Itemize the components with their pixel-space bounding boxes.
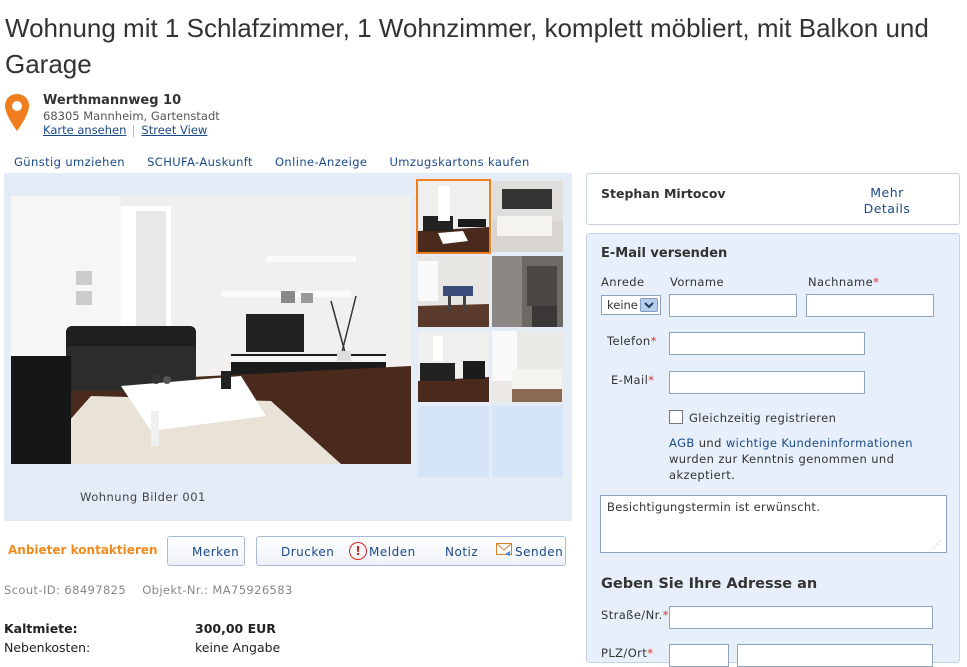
price-label: Nebenkosten: bbox=[4, 640, 91, 655]
report-button[interactable]: Melden bbox=[369, 545, 416, 559]
thumbnail-6[interactable] bbox=[492, 331, 563, 402]
thumbnail-empty bbox=[418, 406, 489, 477]
link-guenstig-umziehen[interactable]: Günstig umziehen bbox=[14, 155, 125, 169]
nachname-label: Nachname* bbox=[808, 275, 879, 289]
anrede-select[interactable]: keine bbox=[601, 295, 661, 315]
price-value: 300,00 EUR bbox=[195, 621, 276, 636]
photo-caption: Wohnung Bilder 001 bbox=[80, 490, 206, 504]
register-checkbox[interactable] bbox=[669, 410, 683, 424]
street-label-text: Straße/Nr. bbox=[601, 608, 663, 622]
send-mail-icon bbox=[496, 543, 512, 560]
nachname-field[interactable] bbox=[806, 294, 934, 317]
thumbnail-2[interactable] bbox=[492, 181, 563, 252]
thumbnail-4[interactable] bbox=[492, 256, 563, 327]
send-button[interactable]: Senden bbox=[515, 545, 563, 559]
nachname-label-text: Nachname bbox=[808, 275, 874, 289]
agb-link[interactable]: AGB bbox=[669, 436, 695, 450]
city-field[interactable] bbox=[737, 644, 933, 667]
required-mark: * bbox=[650, 334, 657, 348]
print-button[interactable]: Drucken bbox=[281, 545, 334, 559]
agb-and: und bbox=[698, 436, 722, 450]
vorname-field[interactable] bbox=[669, 294, 797, 317]
agent-card: Stephan Mirtocov Mehr Details bbox=[586, 173, 960, 225]
street-view-link[interactable]: Street View bbox=[141, 123, 207, 137]
plz-label-text: PLZ/Ort bbox=[601, 646, 648, 660]
link-online-anzeige[interactable]: Online-Anzeige bbox=[275, 155, 367, 169]
link-umzugskartons[interactable]: Umzugskartons kaufen bbox=[389, 155, 529, 169]
address-heading: Geben Sie Ihre Adresse an bbox=[601, 576, 818, 592]
required-mark: * bbox=[662, 608, 669, 622]
divider bbox=[133, 124, 135, 137]
thumbnail-1[interactable] bbox=[416, 179, 491, 254]
required-mark: * bbox=[873, 275, 880, 289]
page-title: Wohnung mit 1 Schlafzimmer, 1 Wohnzimmer… bbox=[5, 13, 929, 79]
contact-form: E-Mail versenden Anrede Vorname Nachname… bbox=[586, 233, 960, 667]
object-number: Objekt-Nr.: MA75926583 bbox=[142, 583, 293, 597]
telefon-label: Telefon* bbox=[607, 334, 657, 348]
email-label-text: E-Mail bbox=[611, 373, 649, 387]
plz-field[interactable] bbox=[669, 644, 729, 667]
link-schufa[interactable]: SCHUFA-Auskunft bbox=[147, 155, 253, 169]
telefon-field[interactable] bbox=[669, 332, 865, 355]
map-link[interactable]: Karte ansehen bbox=[43, 123, 126, 137]
note-button[interactable]: Notiz bbox=[445, 545, 478, 559]
main-photo[interactable] bbox=[11, 196, 411, 464]
agb-text-line-2: akzeptiert. bbox=[669, 468, 736, 482]
required-mark: * bbox=[647, 646, 654, 660]
chevron-down-icon bbox=[640, 298, 658, 312]
report-icon: ! bbox=[349, 542, 367, 560]
message-textarea[interactable]: Besichtigungstermin ist erwünscht. ⋰ bbox=[600, 495, 947, 553]
agb-notice: AGB und wichtige Kundeninformationen wur… bbox=[669, 435, 913, 483]
address-links: Karte ansehen Street View bbox=[43, 123, 207, 137]
vorname-label: Vorname bbox=[670, 275, 724, 289]
price-value: keine Angabe bbox=[195, 640, 281, 655]
register-label: Gleichzeitig registrieren bbox=[689, 411, 837, 425]
anrede-value: keine bbox=[607, 298, 638, 312]
email-field[interactable] bbox=[669, 371, 865, 394]
location-pin-icon bbox=[4, 93, 30, 133]
anrede-label: Anrede bbox=[601, 275, 645, 289]
service-links: Günstig umziehen SCHUFA-Auskunft Online-… bbox=[14, 155, 548, 169]
thumbnail-5[interactable] bbox=[418, 331, 489, 402]
address-street: Werthmannweg 10 bbox=[43, 93, 182, 108]
action-toolbar: Drucken ! Melden Notiz Senden bbox=[256, 536, 566, 566]
message-text: Besichtigungstermin ist erwünscht. bbox=[607, 500, 821, 514]
email-label: E-Mail* bbox=[611, 373, 654, 387]
bookmark-label: Merken bbox=[192, 545, 240, 559]
plz-label: PLZ/Ort* bbox=[601, 646, 653, 660]
thumbnail-empty bbox=[492, 406, 563, 477]
required-mark: * bbox=[648, 373, 655, 387]
address-city: 68305 Mannheim, Gartenstadt bbox=[43, 109, 220, 123]
street-field[interactable] bbox=[669, 606, 933, 629]
listing-ids: Scout-ID: 68497825 Objekt-Nr.: MA7592658… bbox=[4, 583, 293, 597]
bookmark-button[interactable]: Merken bbox=[167, 536, 245, 566]
form-heading: E-Mail versenden bbox=[601, 246, 728, 261]
street-label: Straße/Nr.* bbox=[601, 608, 669, 622]
agb-text-line-1: wurden zur Kenntnis genommen und bbox=[669, 452, 895, 466]
more-details-line-2: Details bbox=[863, 201, 911, 216]
resize-handle-icon[interactable]: ⋰ bbox=[933, 540, 942, 550]
contact-provider-button[interactable]: Anbieter kontaktieren bbox=[8, 543, 158, 557]
telefon-label-text: Telefon bbox=[607, 334, 651, 348]
customer-info-link[interactable]: wichtige Kundeninformationen bbox=[726, 436, 913, 450]
agent-name: Stephan Mirtocov bbox=[601, 186, 726, 201]
scout-id: Scout-ID: 68497825 bbox=[4, 583, 127, 597]
price-label: Kaltmiete: bbox=[4, 621, 78, 636]
more-details-link[interactable]: Mehr Details bbox=[857, 185, 917, 217]
thumbnail-3[interactable] bbox=[418, 256, 489, 327]
more-details-line-1: Mehr bbox=[870, 185, 904, 200]
